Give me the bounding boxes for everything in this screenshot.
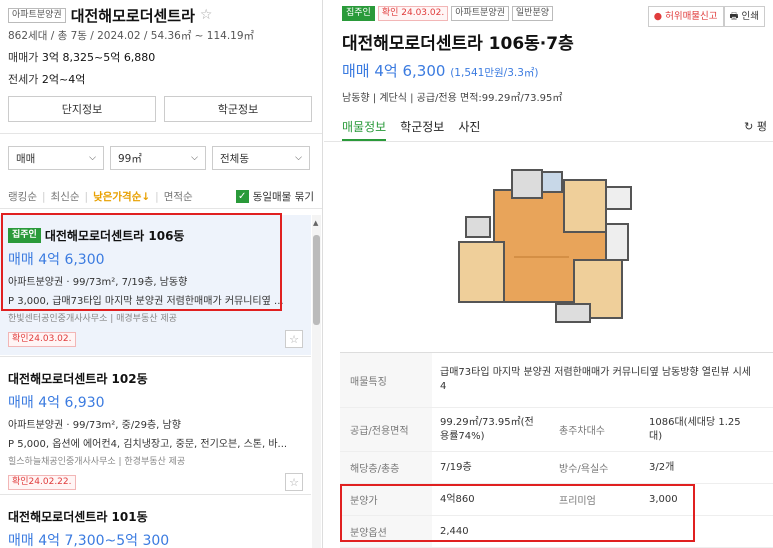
highlight-box [340,484,695,542]
print-button[interactable]: 🖶 인쇄 [723,6,765,27]
star-icon[interactable]: ☆ [285,473,303,491]
school-info-button[interactable]: 학군정보 [164,96,312,122]
scroll-thumb[interactable] [313,235,320,325]
highlight-box [1,213,282,311]
report-button[interactable]: ● 허위매물신고 [647,6,724,27]
listing-panel: 아파트분양권 대전해모로더센트라 ☆ 862세대 / 총 7동 / 2024.0… [0,0,323,548]
sort-area[interactable]: 면적순 [164,189,193,204]
sale-range: 매매가 3억 8,325~5억 6,880 [8,51,156,64]
sort-price[interactable]: 낮은가격순↓ [93,189,150,204]
type-select[interactable]: 매매 ⌵ [8,146,104,170]
table-row: 매물특징 급매73타입 마지막 분양권 저렴한매매가 커뮤니티옆 남동방향 열린… [340,353,773,408]
chevron-down-icon: ⌵ [295,153,302,163]
item-source: 힐스하늘채공인중개사사무소 | 한경부동산 제공 [8,457,186,467]
table-row: 해당층/총층 7/19층 방수/욕실수 3/2개 [340,452,773,484]
active-tab-underline [342,139,386,141]
same-listing-toggle[interactable]: ✓ 동일매물 묶기 [235,189,314,204]
sort-latest[interactable]: 최신순 [51,189,80,204]
complex-header: 아파트분양권 대전해모로더센트라 ☆ 862세대 / 총 7동 / 2024.0… [8,6,314,87]
detail-tabs: 매물정보 학군정보 사진 [342,118,773,135]
listing-price: 매매 4억 6,300 (1,541만원/3.3㎡) [342,62,539,80]
tab-school[interactable]: 학군정보 [400,118,444,135]
complex-meta: 862세대 / 총 7동 / 2024.02 / 54.36㎡ ~ 114.19… [8,30,255,42]
star-icon[interactable]: ☆ [285,330,303,348]
tab-photo[interactable]: 사진 [458,118,480,135]
complex-info-button[interactable]: 단지정보 [8,96,156,122]
rent-range: 전세가 2억~4억 [8,73,86,86]
favorite-star-icon[interactable]: ☆ [200,7,213,23]
item-price: 매매 4억 7,300~5억 300 [8,533,170,548]
confirm-badge: 확인 24.03.02. [377,6,449,21]
scrollbar[interactable]: ▲ [312,215,321,548]
item-title: 대전해모로더센트라 101동 [8,510,148,524]
item-price: 매매 4억 6,930 [8,395,105,411]
sort-ranking[interactable]: 랭킹순 [8,189,37,204]
area-select[interactable]: 99㎡ ⌵ [110,146,206,170]
sort-bar: 랭킹순 | 최신순 | 낮은가격순↓ | 면적순 ✓ 동일매물 묶기 [8,189,314,204]
table-row: 공급/전용면적 99.29㎡/73.95㎡(전용률74%) 총주차대수 1086… [340,408,773,452]
view-toggle[interactable]: ↻ 평 [744,118,767,134]
list-item[interactable]: 대전해모로더센트라 101동 매매 4억 7,300~5억 300 [0,508,311,548]
owner-badge: 집주인 [342,6,375,21]
scroll-up-icon[interactable]: ▲ [313,219,318,227]
divider [0,133,322,134]
confirm-badge: 확인24.02.22. [8,474,76,490]
list-item[interactable]: 대전해모로더센트라 102동 매매 4억 6,930 아파트분양권 · 99/7… [0,368,311,496]
item-source: 한빛센터공인중개사사무소 | 매경부동산 제공 [8,314,177,324]
detail-panel: 집주인 확인 24.03.02. 아파트분양권 일반분양 ● 허위매물신고 🖶 … [324,0,773,548]
confirm-badge: 확인24.03.02. [8,331,76,347]
sale-type-tag: 일반분양 [511,6,554,21]
item-title: 대전해모로더센트라 102동 [8,372,148,386]
floor-plan-image [454,162,639,340]
chevron-down-icon: ⌵ [89,153,96,163]
checkbox-checked-icon: ✓ [235,190,249,203]
item-desc: P 5,000, 옵션에 에어컨4, 김치냉장고, 중문, 전기오븐, 스톤, … [8,439,288,450]
filter-bar: 매매 ⌵ 99㎡ ⌵ 전체동 ⌵ [8,146,310,170]
type-tag: 아파트분양권 [451,6,509,21]
type-tag: 아파트분양권 [8,7,66,23]
complex-name: 대전해모로더센트라 [70,6,195,25]
item-spec: 아파트분양권 · 99/73m², 중/29층, 남향 [8,420,181,431]
listing-title: 대전해모로더센트라 106동·7층 [342,34,574,54]
chevron-down-icon: ⌵ [191,153,198,163]
listing-meta: 남동향 | 계단식 | 공급/전용 면적:99.29㎡/73.95㎡ [342,93,563,104]
tab-listing[interactable]: 매물정보 [342,118,386,135]
dong-select[interactable]: 전체동 ⌵ [212,146,310,170]
